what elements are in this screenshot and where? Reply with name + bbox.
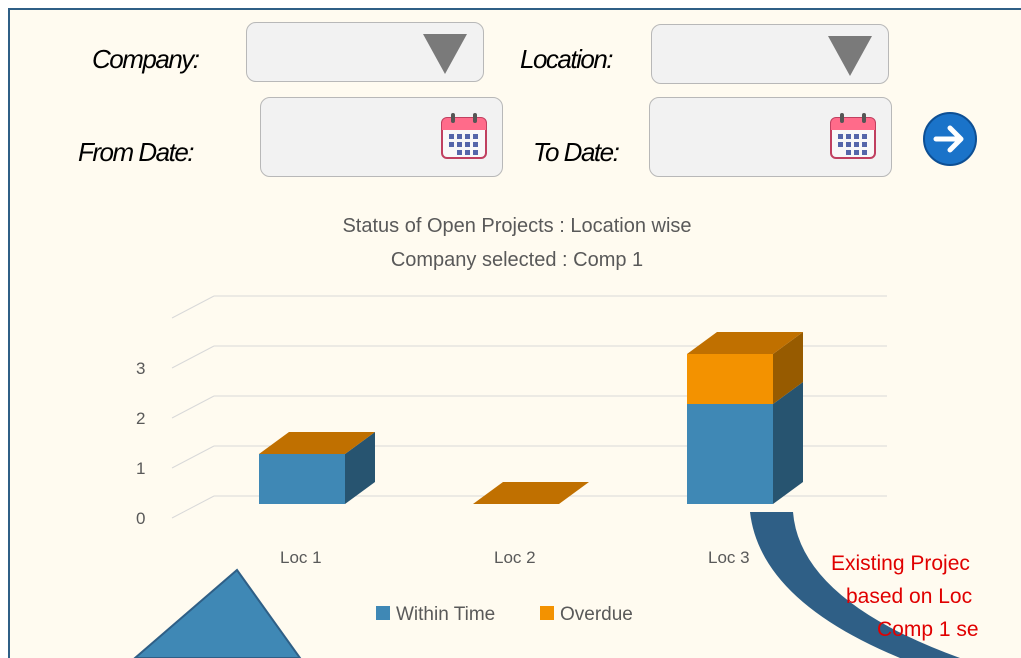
x-axis: Loc 1 Loc 2 Loc 3 — [280, 548, 750, 567]
legend-swatch — [540, 606, 554, 620]
chart-subtitle: Company selected : Comp 1 — [391, 249, 643, 271]
y-tick-label: 1 — [136, 459, 145, 478]
x-tick-label: Loc 2 — [494, 548, 536, 567]
bar-front — [259, 454, 345, 504]
annotation-line-1: Existing Projec — [831, 552, 970, 575]
x-tick-label: Loc 3 — [708, 548, 750, 567]
chart-title: Status of Open Projects : Location wise — [342, 215, 691, 237]
annotation-line-3: Comp 1 se — [877, 618, 979, 641]
gridline-depth — [171, 345, 215, 369]
gridline-depth — [171, 445, 215, 469]
legend-label: Within Time — [396, 604, 495, 625]
y-tick-label: 0 — [136, 509, 145, 528]
bars — [259, 332, 803, 504]
legend-label: Overdue — [560, 604, 633, 625]
legend-swatch — [376, 606, 390, 620]
bar-top — [473, 482, 589, 504]
y-tick-label: 3 — [136, 359, 145, 378]
annotation-line-2: based on Loc — [846, 585, 972, 608]
chart: Status of Open Projects : Location wise … — [133, 215, 979, 658]
gridline-depth — [171, 395, 215, 419]
bar-front — [687, 354, 773, 404]
legend: Within Time Overdue — [376, 604, 633, 625]
bar-front — [687, 404, 773, 504]
y-tick-label: 2 — [136, 409, 145, 428]
y-axis: 0 1 2 3 — [136, 359, 145, 528]
x-tick-label: Loc 1 — [280, 548, 322, 567]
gridline-depth — [171, 495, 215, 519]
triangle-arrow-shape — [133, 568, 302, 658]
gridline-depth — [171, 295, 215, 319]
